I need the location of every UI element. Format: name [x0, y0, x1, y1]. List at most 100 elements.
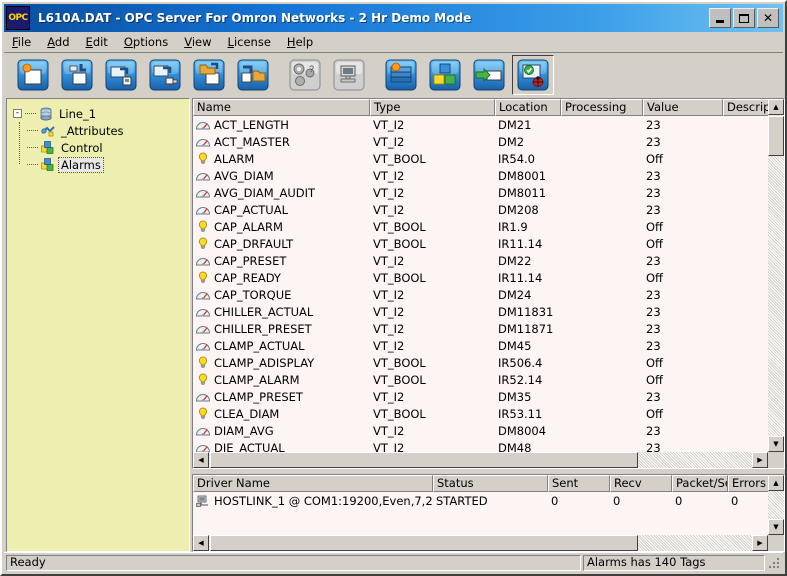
column-header-sent[interactable]: Sent — [548, 475, 610, 492]
device-monitor-icon — [333, 59, 365, 91]
tree-expander-icon[interactable]: - — [13, 109, 22, 118]
properties-button[interactable]: ? — [284, 55, 326, 95]
tag-row[interactable]: ACT_LENGTH VT_I2 DM21 23 — [193, 116, 768, 133]
column-header-processing[interactable]: Processing — [561, 99, 643, 116]
tag-row[interactable]: CAP_ACTUAL VT_I2 DM208 23 — [193, 201, 768, 218]
driver-scroll-left-button[interactable]: ◀ — [193, 535, 209, 551]
tag-row[interactable]: CLEA_DIAM VT_BOOL IR53.11 Off — [193, 405, 768, 422]
column-header-status[interactable]: Status — [433, 475, 548, 492]
cell-location: IR52.14 — [498, 372, 543, 387]
tag-row[interactable]: CLAMP_ACTUAL VT_I2 DM45 23 — [193, 337, 768, 354]
driver-scroll-up-button[interactable]: ▲ — [768, 475, 784, 491]
driver-hscroll-thumb[interactable] — [210, 535, 638, 551]
menu-item-license[interactable]: License — [220, 33, 279, 51]
tree-node-attributes[interactable]: _Attributes — [27, 122, 189, 139]
import-button[interactable] — [188, 55, 230, 95]
driver-panel[interactable]: Driver NameStatusSentRecvPacket/SecError… — [192, 474, 785, 552]
menu-item-file[interactable]: File — [4, 33, 39, 51]
tree-node-alarms[interactable]: Alarms — [27, 156, 189, 173]
open-folder-icon — [61, 59, 93, 91]
tag-row[interactable]: AVG_DIAM VT_I2 DM8001 23 — [193, 167, 768, 184]
vscroll-track[interactable] — [768, 115, 784, 452]
tag-row[interactable]: ACT_MASTER VT_I2 DM2 23 — [193, 133, 768, 150]
gauge-icon — [195, 389, 211, 405]
tag-row[interactable]: CLAMP_PRESET VT_I2 DM35 23 — [193, 388, 768, 405]
menu-item-edit[interactable]: Edit — [78, 33, 116, 51]
debug-monitor-button[interactable] — [512, 55, 554, 95]
open-document-button[interactable] — [56, 55, 98, 95]
title-bar[interactable]: OPC L610A.DAT - OPC Server For Omron Net… — [4, 4, 783, 32]
menu-item-add[interactable]: Add — [39, 33, 77, 51]
tag-grid-hscrollbar[interactable]: ◀ ▶ — [193, 452, 768, 468]
tag-row[interactable]: ALARM VT_BOOL IR54.0 Off — [193, 150, 768, 167]
column-header-name[interactable]: Name — [193, 99, 370, 116]
driver-row[interactable]: HOSTLINK_1 @ COM1:19200,Even,7,2 STARTED 0… — [193, 492, 768, 509]
hscroll-thumb[interactable] — [210, 452, 638, 468]
scroll-down-button[interactable]: ▼ — [768, 436, 784, 452]
export-button[interactable] — [232, 55, 274, 95]
menu-item-view[interactable]: View — [176, 33, 219, 51]
vscroll-thumb[interactable] — [768, 116, 784, 156]
column-header-type[interactable]: Type — [370, 99, 495, 116]
add-group-button[interactable] — [424, 55, 466, 95]
tag-grid-rows[interactable]: ACT_LENGTH VT_I2 DM21 23 ACT_MASTER VT_I2 DM2 2… — [193, 116, 768, 452]
tree-node-control[interactable]: Control — [27, 139, 189, 156]
tree-connector — [27, 129, 38, 132]
scroll-up-button[interactable]: ▲ — [768, 99, 784, 115]
close-button[interactable]: ✕ — [757, 8, 779, 28]
column-header-packet-sec[interactable]: Packet/Sec — [672, 475, 728, 492]
cell-text: AVG_DIAM — [214, 168, 274, 183]
scroll-right-button[interactable]: ▶ — [752, 452, 768, 468]
tree-panel[interactable]: - Line_1 _Attributes Control Alarms — [6, 98, 190, 552]
menu-item-options[interactable]: Options — [116, 33, 176, 51]
column-header-location[interactable]: Location — [495, 99, 561, 116]
cell-type: VT_BOOL — [373, 151, 426, 166]
tag-row[interactable]: CHILLER_ACTUAL VT_I2 DM11831 23 — [193, 303, 768, 320]
maximize-button[interactable] — [733, 8, 755, 28]
new-document-button[interactable] — [12, 55, 54, 95]
tag-grid-panel[interactable]: NameTypeLocationProcessingValueDescripti… — [192, 98, 785, 469]
tag-row[interactable]: CHILLER_PRESET VT_I2 DM11871 23 — [193, 320, 768, 337]
driver-scroll-right-button[interactable]: ▶ — [752, 535, 768, 551]
tag-grid-vscrollbar[interactable]: ▲ ▼ — [768, 99, 784, 468]
tree-vertical-line — [19, 122, 20, 164]
column-header-errors[interactable]: Errors — [728, 475, 768, 492]
driver-grid-rows[interactable]: HOSTLINK_1 @ COM1:19200,Even,7,2 STARTED 0… — [193, 492, 768, 509]
bug-check-icon — [517, 59, 549, 91]
tag-row[interactable]: DIE_ACTUAL VT_I2 DM48 23 — [193, 439, 768, 452]
tag-row[interactable]: CAP_ALARM VT_BOOL IR1.9 Off — [193, 218, 768, 235]
scroll-left-button[interactable]: ◀ — [193, 452, 209, 468]
cell-type: VT_BOOL — [373, 406, 426, 421]
column-header-recv[interactable]: Recv — [610, 475, 672, 492]
database-button[interactable] — [380, 55, 422, 95]
tag-row[interactable]: CLAMP_ALARM VT_BOOL IR52.14 Off — [193, 371, 768, 388]
driver-scroll-down-button[interactable]: ▼ — [768, 519, 784, 535]
column-header-descripti[interactable]: Descripti — [723, 99, 768, 116]
tag-row[interactable]: CAP_DRFAULT VT_BOOL IR11.14 Off — [193, 235, 768, 252]
cell-value: 23 — [646, 389, 661, 404]
tag-row[interactable]: CAP_READY VT_BOOL IR11.14 Off — [193, 269, 768, 286]
tree-connector — [25, 112, 36, 115]
cell-text: CLAMP_PRESET — [214, 389, 303, 404]
column-header-value[interactable]: Value — [643, 99, 723, 116]
resize-grip[interactable] — [767, 556, 781, 570]
tag-grid-header[interactable]: NameTypeLocationProcessingValueDescripti — [193, 99, 768, 116]
tag-row[interactable]: AVG_DIAM_AUDIT VT_I2 DM8011 23 — [193, 184, 768, 201]
save-as-button[interactable] — [144, 55, 186, 95]
driver-hscrollbar[interactable]: ◀ ▶ — [193, 535, 768, 551]
gauge-icon — [195, 287, 211, 303]
tag-row[interactable]: CAP_PRESET VT_I2 DM22 23 — [193, 252, 768, 269]
add-tag-button[interactable] — [468, 55, 510, 95]
column-header-driver-name[interactable]: Driver Name — [193, 475, 433, 492]
driver-grid-header[interactable]: Driver NameStatusSentRecvPacket/SecError… — [193, 475, 768, 492]
cell-type: VT_BOOL — [373, 355, 426, 370]
minimize-button[interactable] — [709, 8, 731, 28]
tag-row[interactable]: CLAMP_ADISPLAY VT_BOOL IR506.4 Off — [193, 354, 768, 371]
device-config-button[interactable] — [328, 55, 370, 95]
tag-row[interactable]: DIAM_AVG VT_I2 DM8004 23 — [193, 422, 768, 439]
tree-node-line1[interactable]: - Line_1 — [13, 105, 189, 122]
tag-row[interactable]: CAP_TORQUE VT_I2 DM24 23 — [193, 286, 768, 303]
save-document-button[interactable] — [100, 55, 142, 95]
menu-item-help[interactable]: Help — [279, 33, 321, 51]
database-stack-icon — [385, 59, 417, 91]
